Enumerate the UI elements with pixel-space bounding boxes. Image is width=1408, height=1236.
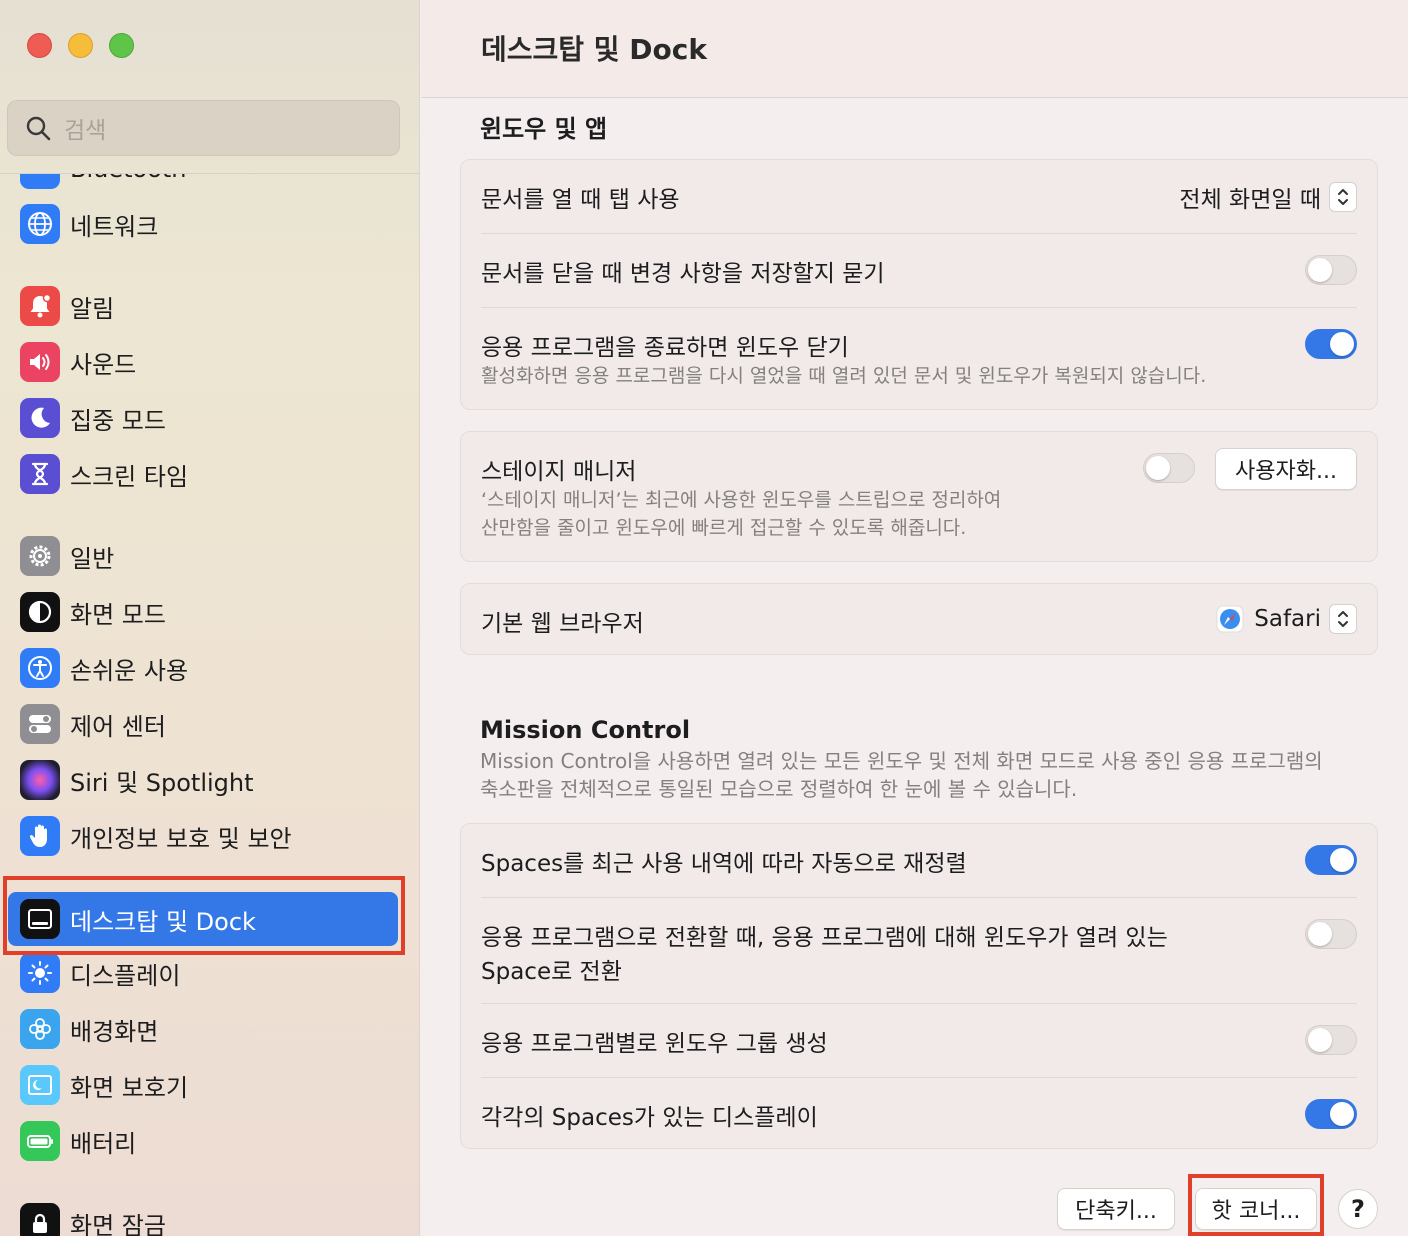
sidebar-item-siri[interactable]: Siri 및 Spotlight [8,753,398,807]
lock-icon [20,1203,60,1236]
help-button[interactable]: ? [1338,1189,1378,1229]
switch-space-row: 응용 프로그램으로 전환할 때, 응용 프로그램에 대해 윈도우가 열려 있는 … [461,898,1377,1003]
updown-chevron-icon [1329,604,1357,634]
browser-popup[interactable]: Safari [1216,604,1357,634]
sidebar-item-screensaver[interactable]: 화면 보호기 [8,1058,398,1112]
zoom-window-button[interactable] [109,33,134,58]
hot-corners-button[interactable]: 핫 코너... [1195,1188,1317,1230]
moon-icon [20,398,60,438]
switches-icon [20,704,60,744]
updown-chevron-icon [1329,182,1357,212]
section-title-mission-control: Mission Control [480,716,691,744]
speaker-icon [20,342,60,382]
safari-icon [1216,605,1244,633]
switch-space-toggle[interactable] [1305,919,1357,949]
search-placeholder: 검색 [64,118,107,144]
sidebar-item-lock-screen[interactable]: 화면 잠금 [8,1196,398,1236]
shortcuts-button[interactable]: 단축키... [1057,1188,1175,1230]
group-windows-row: 응용 프로그램별로 윈도우 그룹 생성 [461,1004,1377,1077]
sidebar-item-screen-time[interactable]: 스크린 타임 [8,447,398,501]
sidebar-item-bluetooth[interactable]: Bluetooth [8,174,398,196]
section-title-windows-apps: 윈도우 및 앱 [480,115,608,143]
ask-save-row: 문서를 닫을 때 변경 사항을 저장할지 묻기 [461,234,1377,307]
stage-manager-toggle[interactable] [1143,453,1195,483]
sidebar-item-control-center[interactable]: 제어 센터 [8,697,398,751]
stage-manager-description-2: 산만함을 줄이고 윈도우에 빠르게 접근할 수 있도록 해줍니다. [481,517,967,539]
gear-icon [20,536,60,576]
sidebar-item-focus[interactable]: 집중 모드 [8,391,398,445]
displays-spaces-toggle[interactable] [1305,1099,1357,1129]
group-windows-toggle[interactable] [1305,1025,1357,1055]
window-controls [27,33,134,58]
sidebar-item-displays[interactable]: 디스플레이 [8,946,398,1000]
appearance-icon [20,592,60,632]
tabs-popup[interactable]: 전체 화면일 때 [1179,180,1357,214]
rearrange-spaces-row: Spaces를 최근 사용 내역에 따라 자동으로 재정렬 [461,824,1377,897]
hourglass-icon [20,454,60,494]
accessibility-icon [20,648,60,688]
mission-control-description-2: 축소판을 전체적으로 통일된 모습으로 정렬하여 한 눈에 볼 수 있습니다. [480,777,1078,801]
sidebar-item-network[interactable]: 네트워크 [8,197,398,251]
minimize-window-button[interactable] [68,33,93,58]
page-title: 데스크탑 및 Dock [481,33,707,66]
screensaver-icon [20,1065,60,1105]
sidebar-item-accessibility[interactable]: 손쉬운 사용 [8,641,398,695]
sidebar-list: Bluetooth 네트워크 알림 사운드 집중 모드 [0,174,419,1236]
mission-control-group: Spaces를 최근 사용 내역에 따라 자동으로 재정렬 응용 프로그램으로 … [460,823,1378,1149]
sidebar-item-wallpaper[interactable]: 배경화면 [8,1002,398,1056]
close-window-button[interactable] [27,33,52,58]
sidebar-item-sound[interactable]: 사운드 [8,335,398,389]
mission-control-description-1: Mission Control을 사용하면 열려 있는 모든 윈도우 및 전체 … [480,749,1323,773]
close-windows-description: 활성화하면 응용 프로그램을 다시 열었을 때 열려 있던 문서 및 윈도우가 … [481,365,1207,387]
close-windows-row: 응용 프로그램을 종료하면 윈도우 닫기 활성화하면 응용 프로그램을 다시 열… [461,308,1377,411]
browser-group: 기본 웹 브라우저 Safari [460,583,1378,655]
displays-spaces-row: 각각의 Spaces가 있는 디스플레이 [461,1078,1377,1150]
globe-icon [20,204,60,244]
stage-manager-group: 스테이지 매니저 ‘스테이지 매니저’는 최근에 사용한 윈도우를 스트립으로 … [460,431,1378,562]
bluetooth-icon [20,174,60,189]
toolbar: 데스크탑 및 Dock [421,0,1408,98]
search-field[interactable]: 검색 [7,100,400,156]
sun-icon [20,953,60,993]
search-icon [26,116,51,141]
sidebar-item-desktop-dock[interactable]: 데스크탑 및 Dock [8,892,398,946]
ask-save-toggle[interactable] [1305,255,1357,285]
tabs-row: 문서를 열 때 탭 사용 전체 화면일 때 [461,160,1377,233]
sidebar-item-general[interactable]: 일반 [8,529,398,583]
flower-icon [20,1009,60,1049]
close-windows-toggle[interactable] [1305,329,1357,359]
sidebar-item-appearance[interactable]: 화면 모드 [8,585,398,639]
settings-pane: 윈도우 및 앱 문서를 열 때 탭 사용 전체 화면일 때 문서를 닫을 때 변… [421,99,1408,1236]
battery-icon [20,1121,60,1161]
sidebar-item-battery[interactable]: 배터리 [8,1114,398,1168]
dock-icon [20,899,60,939]
windows-apps-group: 문서를 열 때 탭 사용 전체 화면일 때 문서를 닫을 때 변경 사항을 저장… [460,159,1378,410]
siri-icon [20,760,60,800]
stage-manager-description-1: ‘스테이지 매니저’는 최근에 사용한 윈도우를 스트립으로 정리하여 [481,489,1002,511]
rearrange-spaces-toggle[interactable] [1305,845,1357,875]
customize-button[interactable]: 사용자화... [1215,448,1357,490]
sidebar: 검색 Bluetooth 네트워크 알림 사운드 [0,0,420,1236]
hand-icon [20,816,60,856]
bell-icon [20,286,60,326]
sidebar-item-privacy[interactable]: 개인정보 보호 및 보안 [8,809,398,863]
sidebar-item-notifications[interactable]: 알림 [8,279,398,333]
